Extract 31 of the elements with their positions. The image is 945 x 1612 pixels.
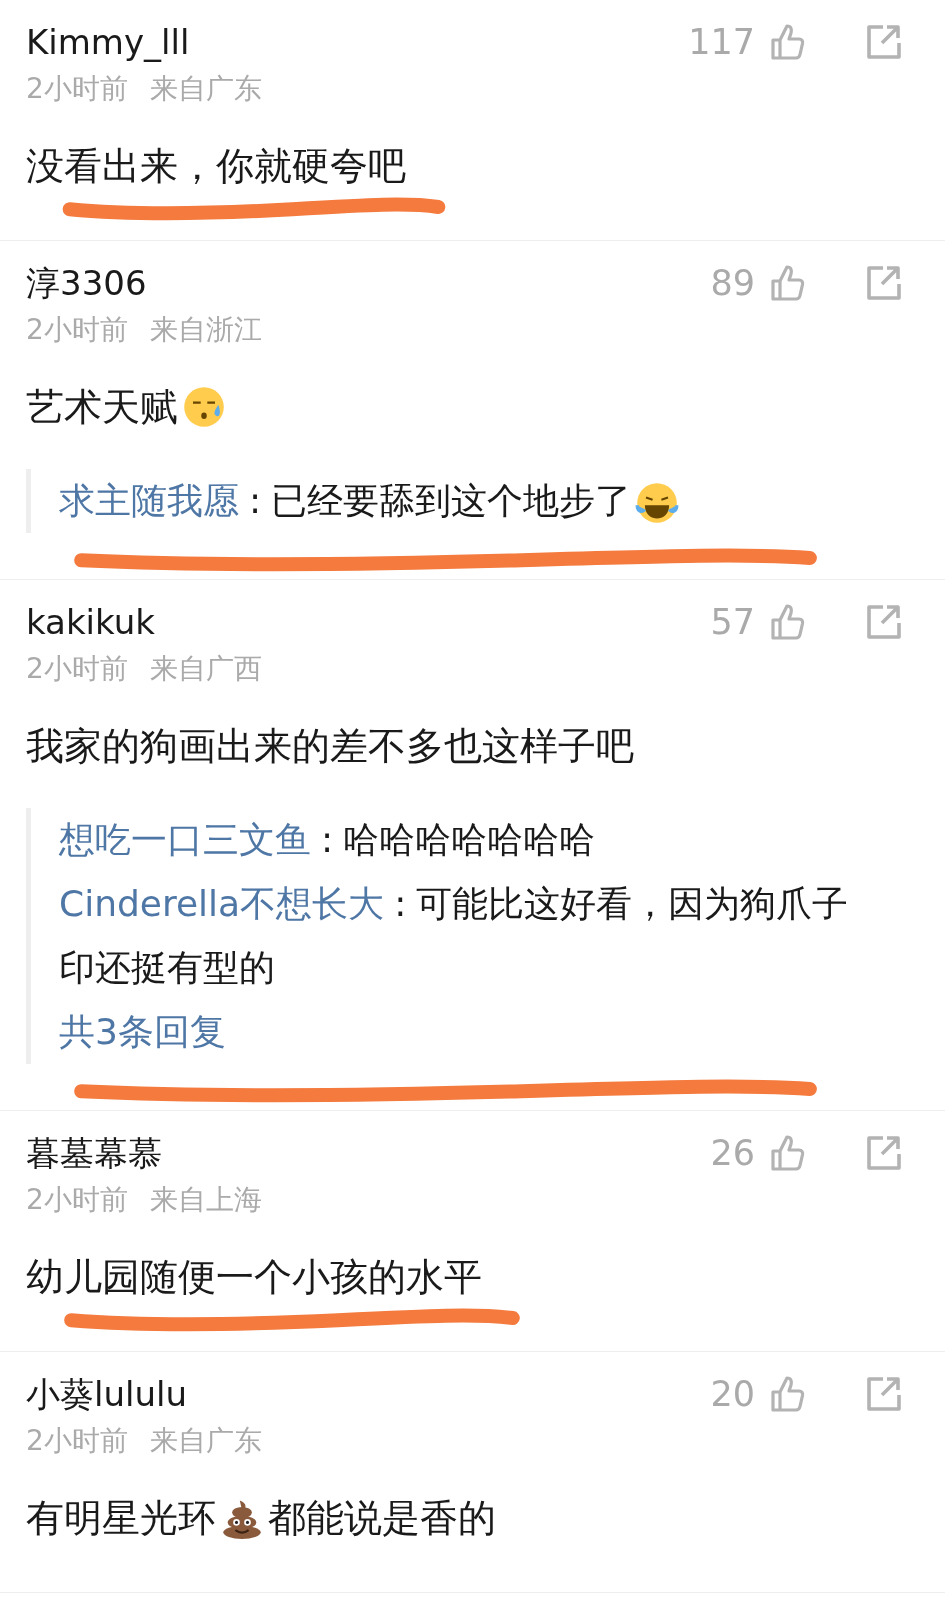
user-name[interactable]: 小葵lululu xyxy=(26,1368,262,1420)
comment-text: 有明星光环 都能说是香的 xyxy=(26,1495,496,1542)
post-time: 2小时前 xyxy=(26,71,128,107)
user-name[interactable]: kakikuk xyxy=(26,596,262,648)
laughing-face-icon xyxy=(635,481,680,525)
post-time: 2小时前 xyxy=(26,651,128,687)
location-text: 来自广东 xyxy=(149,1423,262,1459)
user-name[interactable]: 淳3306 xyxy=(26,257,262,309)
post-time: 2小时前 xyxy=(26,1423,128,1459)
like-count: 20 xyxy=(710,1374,755,1414)
like-count: 26 xyxy=(710,1133,755,1173)
location-text: 来自广西 xyxy=(149,651,262,687)
like-count: 89 xyxy=(710,263,755,303)
location-text: 来自上海 xyxy=(149,1182,262,1218)
post-time: 2小时前 xyxy=(26,1182,128,1218)
reply-text: 求主随我愿 : 已经要舔到这个地步了 xyxy=(59,469,869,533)
sweating-face-icon xyxy=(182,385,226,429)
location-text: 来自浙江 xyxy=(149,312,262,348)
comment-text: 没看出来，你就硬夸吧 xyxy=(26,143,406,190)
post-time: 2小时前 xyxy=(26,312,128,348)
user-name[interactable]: Kimmy_lll xyxy=(26,16,262,68)
comment-text: 艺术天赋 xyxy=(26,379,230,435)
reply-text: 想吃一口三文鱼 : 哈哈哈哈哈哈哈 xyxy=(59,818,597,862)
location-text: 来自广东 xyxy=(149,71,262,107)
user-name[interactable]: 暮墓幕慕 xyxy=(26,1127,262,1179)
more-replies-link[interactable]: 共3条回复 xyxy=(59,1000,869,1064)
comment-text: 我家的狗画出来的差不多也这样子吧 xyxy=(26,723,634,770)
reply-text: Cinderella不想长大 : 可能比这好看，因为狗爪子印还挺有型的 xyxy=(59,882,850,990)
like-count: 57 xyxy=(710,602,755,642)
comment-text: 幼儿园随便一个小孩的水平 xyxy=(26,1254,482,1301)
like-count: 117 xyxy=(688,22,755,62)
